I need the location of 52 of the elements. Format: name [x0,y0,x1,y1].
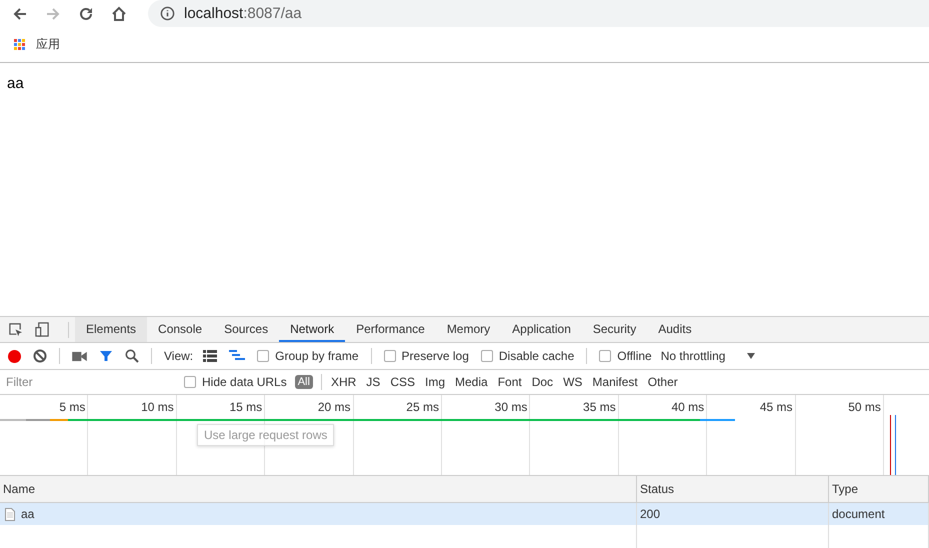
checkbox-label: Preserve log [402,349,469,363]
address-bar[interactable]: localhost:8087/aa [148,0,929,27]
type-filter-button[interactable]: XHR [330,375,358,389]
devtools-tab[interactable]: Memory [436,317,502,342]
column-header[interactable]: Name [0,476,637,502]
table-cell: document [832,507,885,521]
column-header[interactable]: Type [829,476,929,502]
type-filter-button[interactable]: Media [454,375,489,389]
devtools-tab[interactable]: Sources [213,317,280,342]
type-filter-button[interactable]: WS [562,375,584,389]
devtools-tab[interactable]: Console [147,317,214,342]
tick-label: 15 ms [229,400,262,414]
option-checkbox[interactable]: Preserve log [384,349,469,363]
type-filter-button[interactable]: Doc [530,375,554,389]
bookmark-item[interactable]: 应用 [14,36,60,53]
option-checkbox[interactable]: Offline [599,349,652,363]
checkbox-label: Offline [617,349,652,363]
page-text: aa [7,75,24,92]
tick-label: 25 ms [406,400,439,414]
type-filter-button[interactable]: JS [365,375,382,389]
checkbox-label: Group by frame [275,349,359,363]
table-cell: 200 [640,507,660,521]
request-row[interactable]: aa 200 document [0,503,929,525]
devtools-tab[interactable]: Audits [647,317,703,342]
type-filter-button[interactable]: CSS [389,375,416,389]
checkbox-label: Hide data URLs [202,375,287,389]
devtools-tab[interactable]: Performance [345,317,436,342]
tick-label: 20 ms [318,400,351,414]
table-cell: aa [21,507,34,521]
tick-label: 30 ms [494,400,528,414]
option-checkbox[interactable]: Disable cache [480,349,574,363]
type-filter-button[interactable]: Other [646,375,679,389]
tick-label: 40 ms [671,400,704,414]
option-checkbox[interactable]: Group by frame [257,349,359,363]
tooltip: Use large request rows [197,424,334,446]
type-filter-button[interactable]: Img [424,375,446,389]
devtools-tab[interactable]: Network [279,317,346,342]
all-filter-button[interactable]: All [294,375,313,389]
type-filter-button[interactable]: Font [496,375,523,389]
throttling-dropdown[interactable]: No throttling [660,349,756,363]
checkbox-label: Disable cache [498,349,574,363]
devtools-tab[interactable]: Elements [75,317,148,342]
tick-label: 10 ms [141,400,174,414]
column-header[interactable]: Status [637,476,829,502]
tick-label: 50 ms [848,400,881,414]
view-label: View: [164,349,194,363]
devtools-tab[interactable]: Application [501,317,582,342]
type-filter-button[interactable]: Manifest [591,375,639,389]
tick-label: 5 ms [59,400,86,414]
devtools-tab[interactable]: Security [582,317,648,342]
tick-label: 35 ms [583,400,616,414]
tick-label: 45 ms [760,400,793,414]
